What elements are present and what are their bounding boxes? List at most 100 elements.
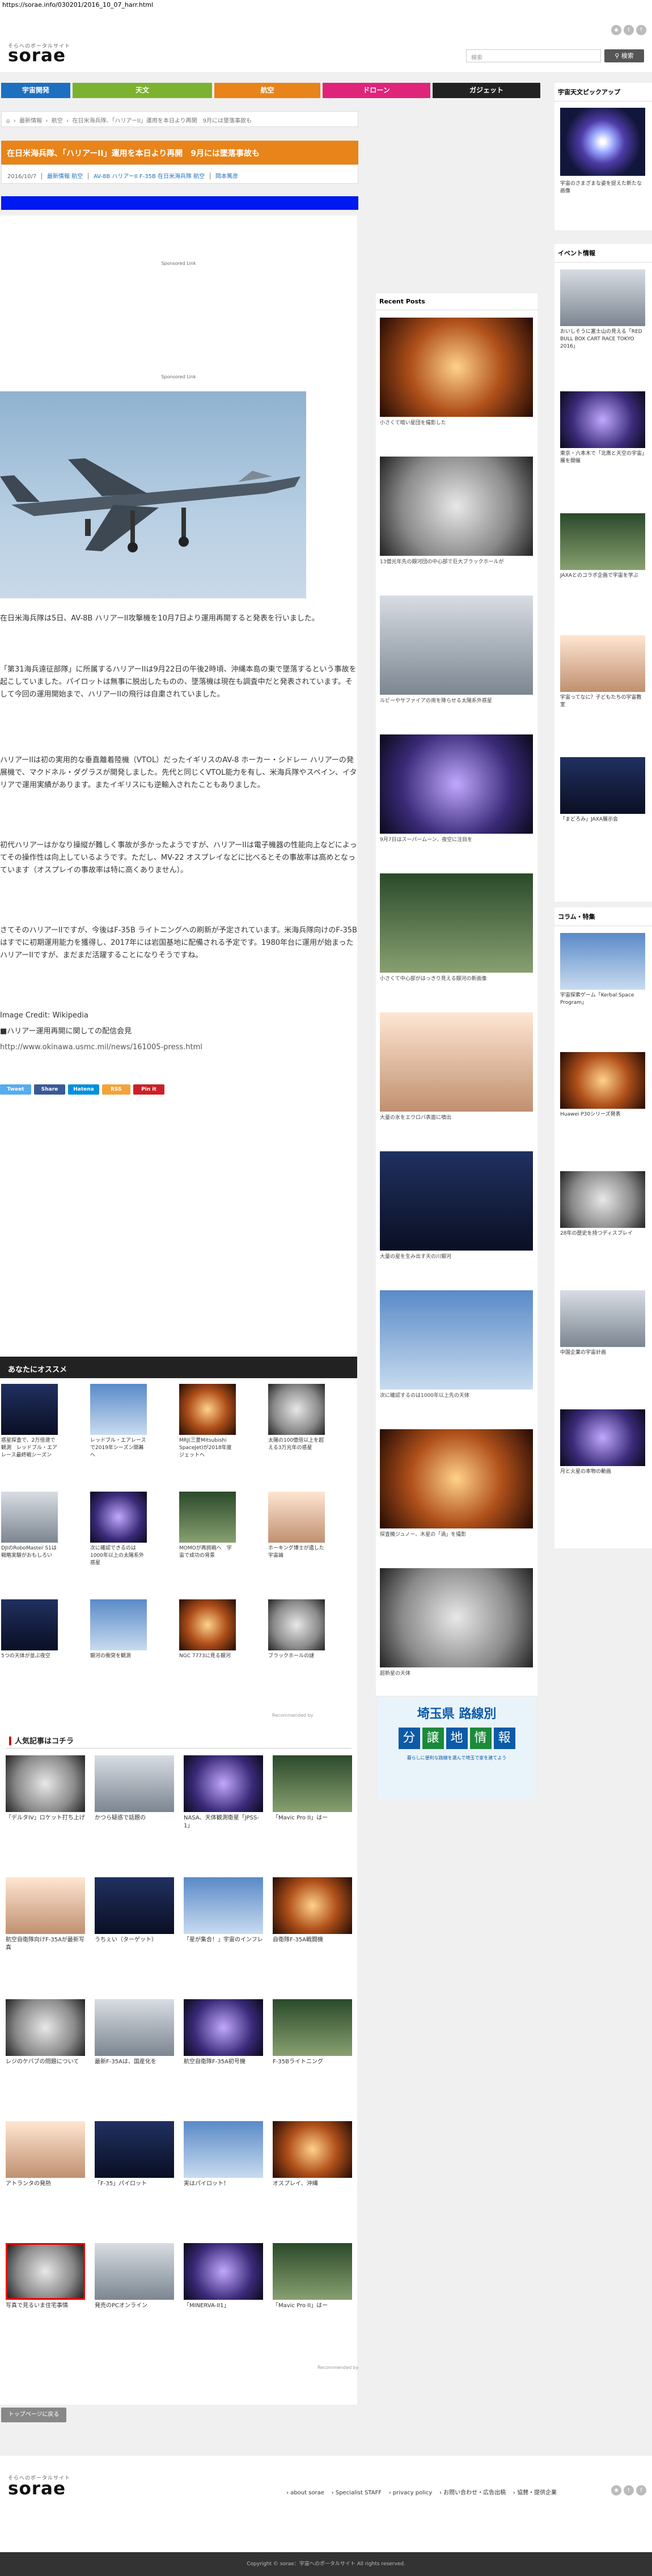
popular-title: 「Mavic Pro II」はー [273,2303,328,2309]
popular-card[interactable]: 「Mavic Pro II」はー [273,1755,352,1822]
popular-card[interactable]: 航空自衛隊向けF-35Aが最新写真 [6,1877,85,1952]
popular-card[interactable]: 「F-35」パイロット [95,2121,174,2188]
popular-title: オスプレイ、沖縄 [273,2181,318,2187]
popular-card[interactable]: オスプレイ、沖縄 [273,2121,352,2188]
article-author[interactable]: 岡本篤彦 [215,174,238,180]
recent-post[interactable]: 超新星の天体 [380,1568,533,1678]
recommend-card[interactable]: 次に確認できるのは1000年以上の太陽系外惑星 [90,1492,147,1567]
column-item[interactable]: 宇宙探索ゲーム「Kerbal Space Program」 [560,933,645,1007]
nav-gadget[interactable]: ガジェット [433,83,540,98]
recent-post[interactable]: 大量の星を生み出す天の川銀河 [380,1151,533,1261]
recommend-title: MRJ(三菱Mitsubishi SpaceJet)が2018年度ジェットへ [179,1438,232,1458]
recommend-thumbnail [179,1384,236,1435]
recent-post[interactable]: 小さくて暗い星団を撮影した [380,318,533,427]
footer-link-staff[interactable]: › Specialist STAFF [332,2490,382,2496]
recent-post[interactable]: 13億光年先の銀河団の中心部で巨大ブラックホールが [380,457,533,566]
recent-post[interactable]: 小さくて中心部がはっきり見える銀河の新画像 [380,873,533,983]
recommend-card[interactable]: MOMOが再挑戦へ 宇宙で成功の背景 [179,1492,236,1560]
column-item[interactable]: 28年の歴史を持つディスプレイ [560,1171,645,1238]
facebook-icon[interactable]: f [636,25,646,35]
rss-icon[interactable]: ◉ [611,2485,621,2495]
popular-card[interactable]: 実はパイロット！ [184,2121,263,2188]
recent-post-thumbnail [380,457,533,556]
back-to-top-button[interactable]: トップページに戻る [1,2408,66,2422]
column-thumbnail [560,1290,645,1347]
column-title: 月と火星の本物の動画 [560,1469,612,1475]
recent-post[interactable]: 9月7日はスーパームーン、夜空に注目を [380,734,533,844]
twitter-icon[interactable]: t [624,25,634,35]
breadcrumb-item[interactable]: 最新情報 [19,118,42,124]
column-item[interactable]: 中国企業の宇宙計画 [560,1290,645,1357]
site-logo[interactable]: sorae [8,45,66,66]
footer-link-privacy[interactable]: › privacy policy [389,2490,433,2496]
breadcrumb-item[interactable]: 航空 [52,118,63,124]
banner-strip[interactable] [1,196,358,210]
facebook-icon[interactable]: f [636,2485,646,2495]
recent-post[interactable]: 次に確認するのは1000年以上先の天体 [380,1290,533,1400]
footer-link-contact[interactable]: › お問い合わせ・広告出稿 [439,2490,506,2496]
nav-space[interactable]: 宇宙開発 [1,83,70,98]
facebook-share-button[interactable]: Share [34,1084,65,1095]
event-item[interactable]: 宇宙ってなに？子どもたちの宇宙教室 [560,635,645,709]
recent-post[interactable]: 大量の氷をエウロパ表面に噴出 [380,1012,533,1122]
recommend-card[interactable]: DJIのRoboMaster S1は戦略実験がおもしろい [1,1492,58,1560]
recommend-card[interactable]: MRJ(三菱Mitsubishi SpaceJet)が2018年度ジェットへ [179,1384,236,1459]
recent-post[interactable]: 探査機ジュノー、木星の「渦」を撮影 [380,1429,533,1539]
article-category[interactable]: 最新情報 航空 [47,174,83,180]
popular-card[interactable]: F-35Bライトニング [273,1999,352,2066]
nav-drone[interactable]: ドローン [323,83,430,98]
popular-card[interactable]: 自衛隊F-35A戦闘機 [273,1877,352,1944]
popular-card[interactable]: 写真で見るいま住宅事情 [6,2243,85,2310]
pickup-thumbnail[interactable] [560,108,645,176]
search-button[interactable]: ⚲ 検索 [604,49,644,62]
ad-saitama[interactable]: 埼玉県 路線別 分譲地情報 暮らしに便利な路線を選んで埼玉で家を建てよう [376,1696,537,1799]
recommend-card[interactable]: 5つの天体が並ぶ夜空 [1,1599,58,1660]
popular-thumbnail [95,2121,174,2178]
home-icon[interactable]: ⌂ [6,118,10,124]
event-item[interactable]: 「まどろみ」JAXA展示会 [560,757,645,824]
popular-card[interactable]: 「Mavic Pro II」はー [273,2243,352,2310]
popular-card[interactable]: 最新F-35Aは、国産化を [95,1999,174,2066]
pinterest-button[interactable]: Pin it [133,1084,164,1095]
event-item[interactable]: JAXAとのコラボ企画で宇宙を学ぶ [560,513,645,580]
popular-card[interactable]: 「MINERVA-II1」 [184,2243,263,2310]
footer-link-about[interactable]: › about sorae [286,2490,324,2496]
event-item[interactable]: 東京・六本木で「北斎と天空の宇宙」展を開催 [560,391,645,465]
recommend-card[interactable]: 惑星探査で、2万倍速で観測 レッドブル・エアレース最終戦シーズン [1,1384,58,1459]
column-item[interactable]: Huawei P30シリーズ発表 [560,1052,645,1118]
recommend-card[interactable]: ブラックホールの謎 [268,1599,325,1660]
twitter-icon[interactable]: t [624,2485,634,2495]
nav-astronomy[interactable]: 天文 [73,83,212,98]
tweet-button[interactable]: Tweet [0,1084,31,1095]
recommend-card[interactable]: ホーキング博士が遺した宇宙論 [268,1492,325,1560]
footer-link-sponsors[interactable]: › 協賛・提供企業 [513,2490,557,2496]
popular-card[interactable]: レジのケバブの問題について [6,1999,85,2066]
recommend-card[interactable]: 銀河の衝突を観測 [90,1599,147,1660]
column-item[interactable]: 月と火星の本物の動画 [560,1409,645,1476]
source-link[interactable]: http://www.okinawa.usmc.mil/news/161005-… [0,1041,357,1054]
popular-card[interactable]: かつら疑惑で話題の [95,1755,174,1822]
article-paragraph: 「第31海兵遠征部隊」に所属するハリアーIIは9月22日の午後2時頃、沖縄本島の… [0,665,357,699]
nav-aviation[interactable]: 航空 [214,83,320,98]
popular-card[interactable]: NASA、天体観測衛星「JPSS-1」 [184,1755,263,1830]
recommend-card[interactable]: 太陽の100億倍以上を超える3万光年の惑星 [268,1384,325,1452]
popular-card[interactable]: 発売のPCオンライン [95,2243,174,2310]
popular-card[interactable]: アトランタの発熱 [6,2121,85,2188]
recommend-card[interactable]: レッドブル・エアレースで2019年シーズン開幕へ [90,1384,147,1459]
pickup-caption[interactable]: 宇宙のさまざまな姿を捉えた新たな画像 [560,180,645,195]
popular-card[interactable]: 「星が集合！」宇宙のインフレ [184,1877,263,1944]
recent-post[interactable]: ルビーやサファイアの雨を降らせる太陽系外惑星 [380,596,533,705]
popular-title: 発売のPCオンライン [95,2303,148,2309]
footer-logo[interactable]: sorae [8,2478,66,2499]
search-input[interactable]: 検索 [466,49,601,62]
rss-icon[interactable]: ◉ [611,25,621,35]
rss-button[interactable]: RSS [102,1084,130,1095]
article-tags[interactable]: AV-8B ハリアーII F-35B 在日米海兵隊 航空 [94,174,205,180]
hatena-button[interactable]: Hatena [68,1084,99,1095]
popular-card[interactable]: 航空自衛隊F-35A初号機 [184,1999,263,2066]
event-item[interactable]: おいしそうに富士山の見える「RED BULL BOX CART RACE TOK… [560,269,645,350]
browser-url-bar[interactable]: https://sorae.info/030201/2016_10_07_har… [0,0,652,10]
recommend-card[interactable]: NGC 7773に見る銀河 [179,1599,236,1660]
popular-card[interactable]: 「デルタIV」ロケット打ち上げ [6,1755,85,1822]
popular-card[interactable]: うちぇい（ターゲット） [95,1877,174,1944]
